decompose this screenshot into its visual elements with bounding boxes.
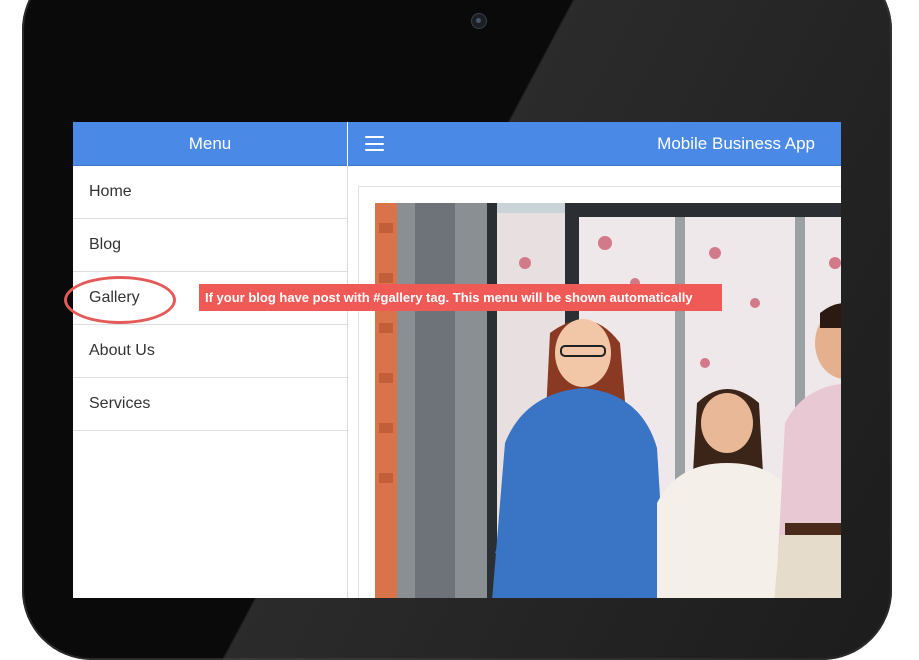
main-content: [348, 166, 841, 598]
gallery-annotation-label: If your blog have post with #gallery tag…: [199, 284, 722, 311]
camera-icon: [471, 13, 487, 29]
sidebar-item-home[interactable]: Home: [73, 166, 347, 219]
sidebar-item-blog[interactable]: Blog: [73, 219, 347, 272]
sidebar-menu: Home Blog Gallery About Us Services: [73, 166, 348, 598]
sidebar-item-label: About Us: [89, 342, 155, 359]
team-photo: [375, 203, 841, 598]
sidebar-item-label: Blog: [89, 236, 122, 253]
app-title: Mobile Business App: [657, 134, 815, 153]
app-header: Mobile Business App: [348, 122, 841, 166]
sidebar-item-services[interactable]: Services: [73, 378, 347, 431]
post-card: [358, 186, 841, 598]
sidebar-item-label: Home: [89, 183, 132, 200]
menu-header-title: Menu: [188, 133, 232, 153]
hamburger-icon[interactable]: [365, 136, 384, 151]
sidebar-item-label: Services: [89, 395, 151, 412]
app-screen: Menu Mobile Business App Home Blog Galle…: [73, 122, 841, 598]
annotation-text: If your blog have post with #gallery tag…: [205, 290, 693, 305]
menu-header: Menu: [73, 122, 347, 166]
sidebar-item-about-us[interactable]: About Us: [73, 325, 347, 378]
gallery-highlight-ellipse: [64, 276, 176, 324]
